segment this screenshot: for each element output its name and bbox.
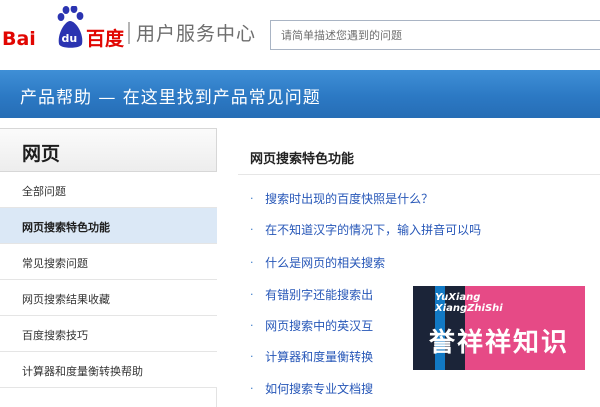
faq-item[interactable]: · 有错别字还能搜索出 bbox=[250, 284, 373, 304]
bullet-icon: · bbox=[250, 288, 254, 301]
service-center-title: 用户服务中心 bbox=[136, 23, 257, 45]
logo-text-du: du bbox=[62, 32, 78, 45]
sidebar-item-all-questions[interactable]: 全部问题 bbox=[0, 172, 217, 208]
sidebar: 网页 全部问题 网页搜索特色功能 常见搜索问题 网页搜索结果收藏 百度搜索技巧 … bbox=[0, 128, 217, 407]
logo-divider bbox=[128, 22, 130, 44]
faq-item[interactable]: · 在不知道汉字的情况下，输入拼音可以吗 bbox=[250, 219, 481, 239]
header: Bai du 百度 用户服务中心 bbox=[0, 0, 600, 66]
logo-text-bai: Bai bbox=[2, 28, 36, 50]
faq-link[interactable]: 如何搜索专业文档搜 bbox=[265, 380, 373, 397]
watermark-en-line2: XiangZhiShi bbox=[435, 303, 503, 314]
faq-link[interactable]: 网页搜索中的英汉互 bbox=[265, 317, 373, 334]
bullet-icon: · bbox=[250, 223, 254, 236]
faq-item[interactable]: · 什么是网页的相关搜索 bbox=[250, 252, 385, 272]
sidebar-item-label: 常见搜索问题 bbox=[22, 257, 88, 270]
baidu-logo[interactable]: Bai du 百度 bbox=[2, 6, 130, 52]
bullet-icon: · bbox=[250, 319, 254, 332]
faq-link[interactable]: 搜索时出现的百度快照是什么？ bbox=[265, 190, 433, 207]
content-divider bbox=[238, 174, 600, 175]
sidebar-item-label: 全部问题 bbox=[22, 185, 66, 198]
sidebar-item-label: 网页搜索结果收藏 bbox=[22, 293, 110, 306]
watermark-logo: YuXiang XiangZhiShi 誉祥祥知识 bbox=[413, 286, 585, 370]
sidebar-item-calculator-help[interactable]: 计算器和度量衡转换帮助 bbox=[0, 352, 217, 388]
faq-item[interactable]: · 搜索时出现的百度快照是什么？ bbox=[250, 188, 433, 208]
bullet-icon: · bbox=[250, 256, 254, 269]
sidebar-item-search-features[interactable]: 网页搜索特色功能 bbox=[0, 208, 217, 244]
watermark-en-text: YuXiang XiangZhiShi bbox=[435, 292, 503, 314]
faq-item[interactable]: · 计算器和度量衡转换 bbox=[250, 346, 373, 366]
watermark-cn-text: 誉祥祥知识 bbox=[428, 328, 569, 358]
faq-link[interactable]: 计算器和度量衡转换 bbox=[265, 348, 373, 365]
watermark-en-line1: YuXiang bbox=[435, 292, 481, 303]
sidebar-title-label: 网页 bbox=[22, 143, 61, 165]
bullet-icon: · bbox=[250, 192, 254, 205]
faq-item[interactable]: · 网页搜索中的英汉互 bbox=[250, 315, 373, 335]
banner-title: 产品帮助 — 在这里找到产品常见问题 bbox=[20, 88, 321, 108]
sidebar-item-result-indexing[interactable]: 网页搜索结果收藏 bbox=[0, 280, 217, 316]
baidu-paw-icon: Bai du 百度 bbox=[2, 6, 125, 50]
bullet-icon: · bbox=[250, 382, 254, 395]
sidebar-item-label: 网页搜索特色功能 bbox=[22, 221, 110, 234]
logo-text-cn: 百度 bbox=[86, 27, 125, 50]
bullet-icon: · bbox=[250, 350, 254, 363]
faq-link[interactable]: 在不知道汉字的情况下，输入拼音可以吗 bbox=[265, 221, 481, 238]
faq-item[interactable]: · 如何搜索专业文档搜 bbox=[250, 378, 373, 398]
faq-link[interactable]: 什么是网页的相关搜索 bbox=[265, 254, 385, 271]
search-input[interactable] bbox=[270, 20, 600, 50]
sidebar-item-search-tips[interactable]: 百度搜索技巧 bbox=[0, 316, 217, 352]
sidebar-title: 网页 bbox=[0, 128, 217, 172]
product-help-banner: 产品帮助 — 在这里找到产品常见问题 bbox=[0, 70, 600, 118]
sidebar-item-common-questions[interactable]: 常见搜索问题 bbox=[0, 244, 217, 280]
sidebar-item-label: 计算器和度量衡转换帮助 bbox=[22, 365, 143, 378]
faq-link[interactable]: 有错别字还能搜索出 bbox=[265, 286, 373, 303]
sidebar-item-label: 百度搜索技巧 bbox=[22, 329, 88, 342]
content-title: 网页搜索特色功能 bbox=[250, 152, 355, 167]
